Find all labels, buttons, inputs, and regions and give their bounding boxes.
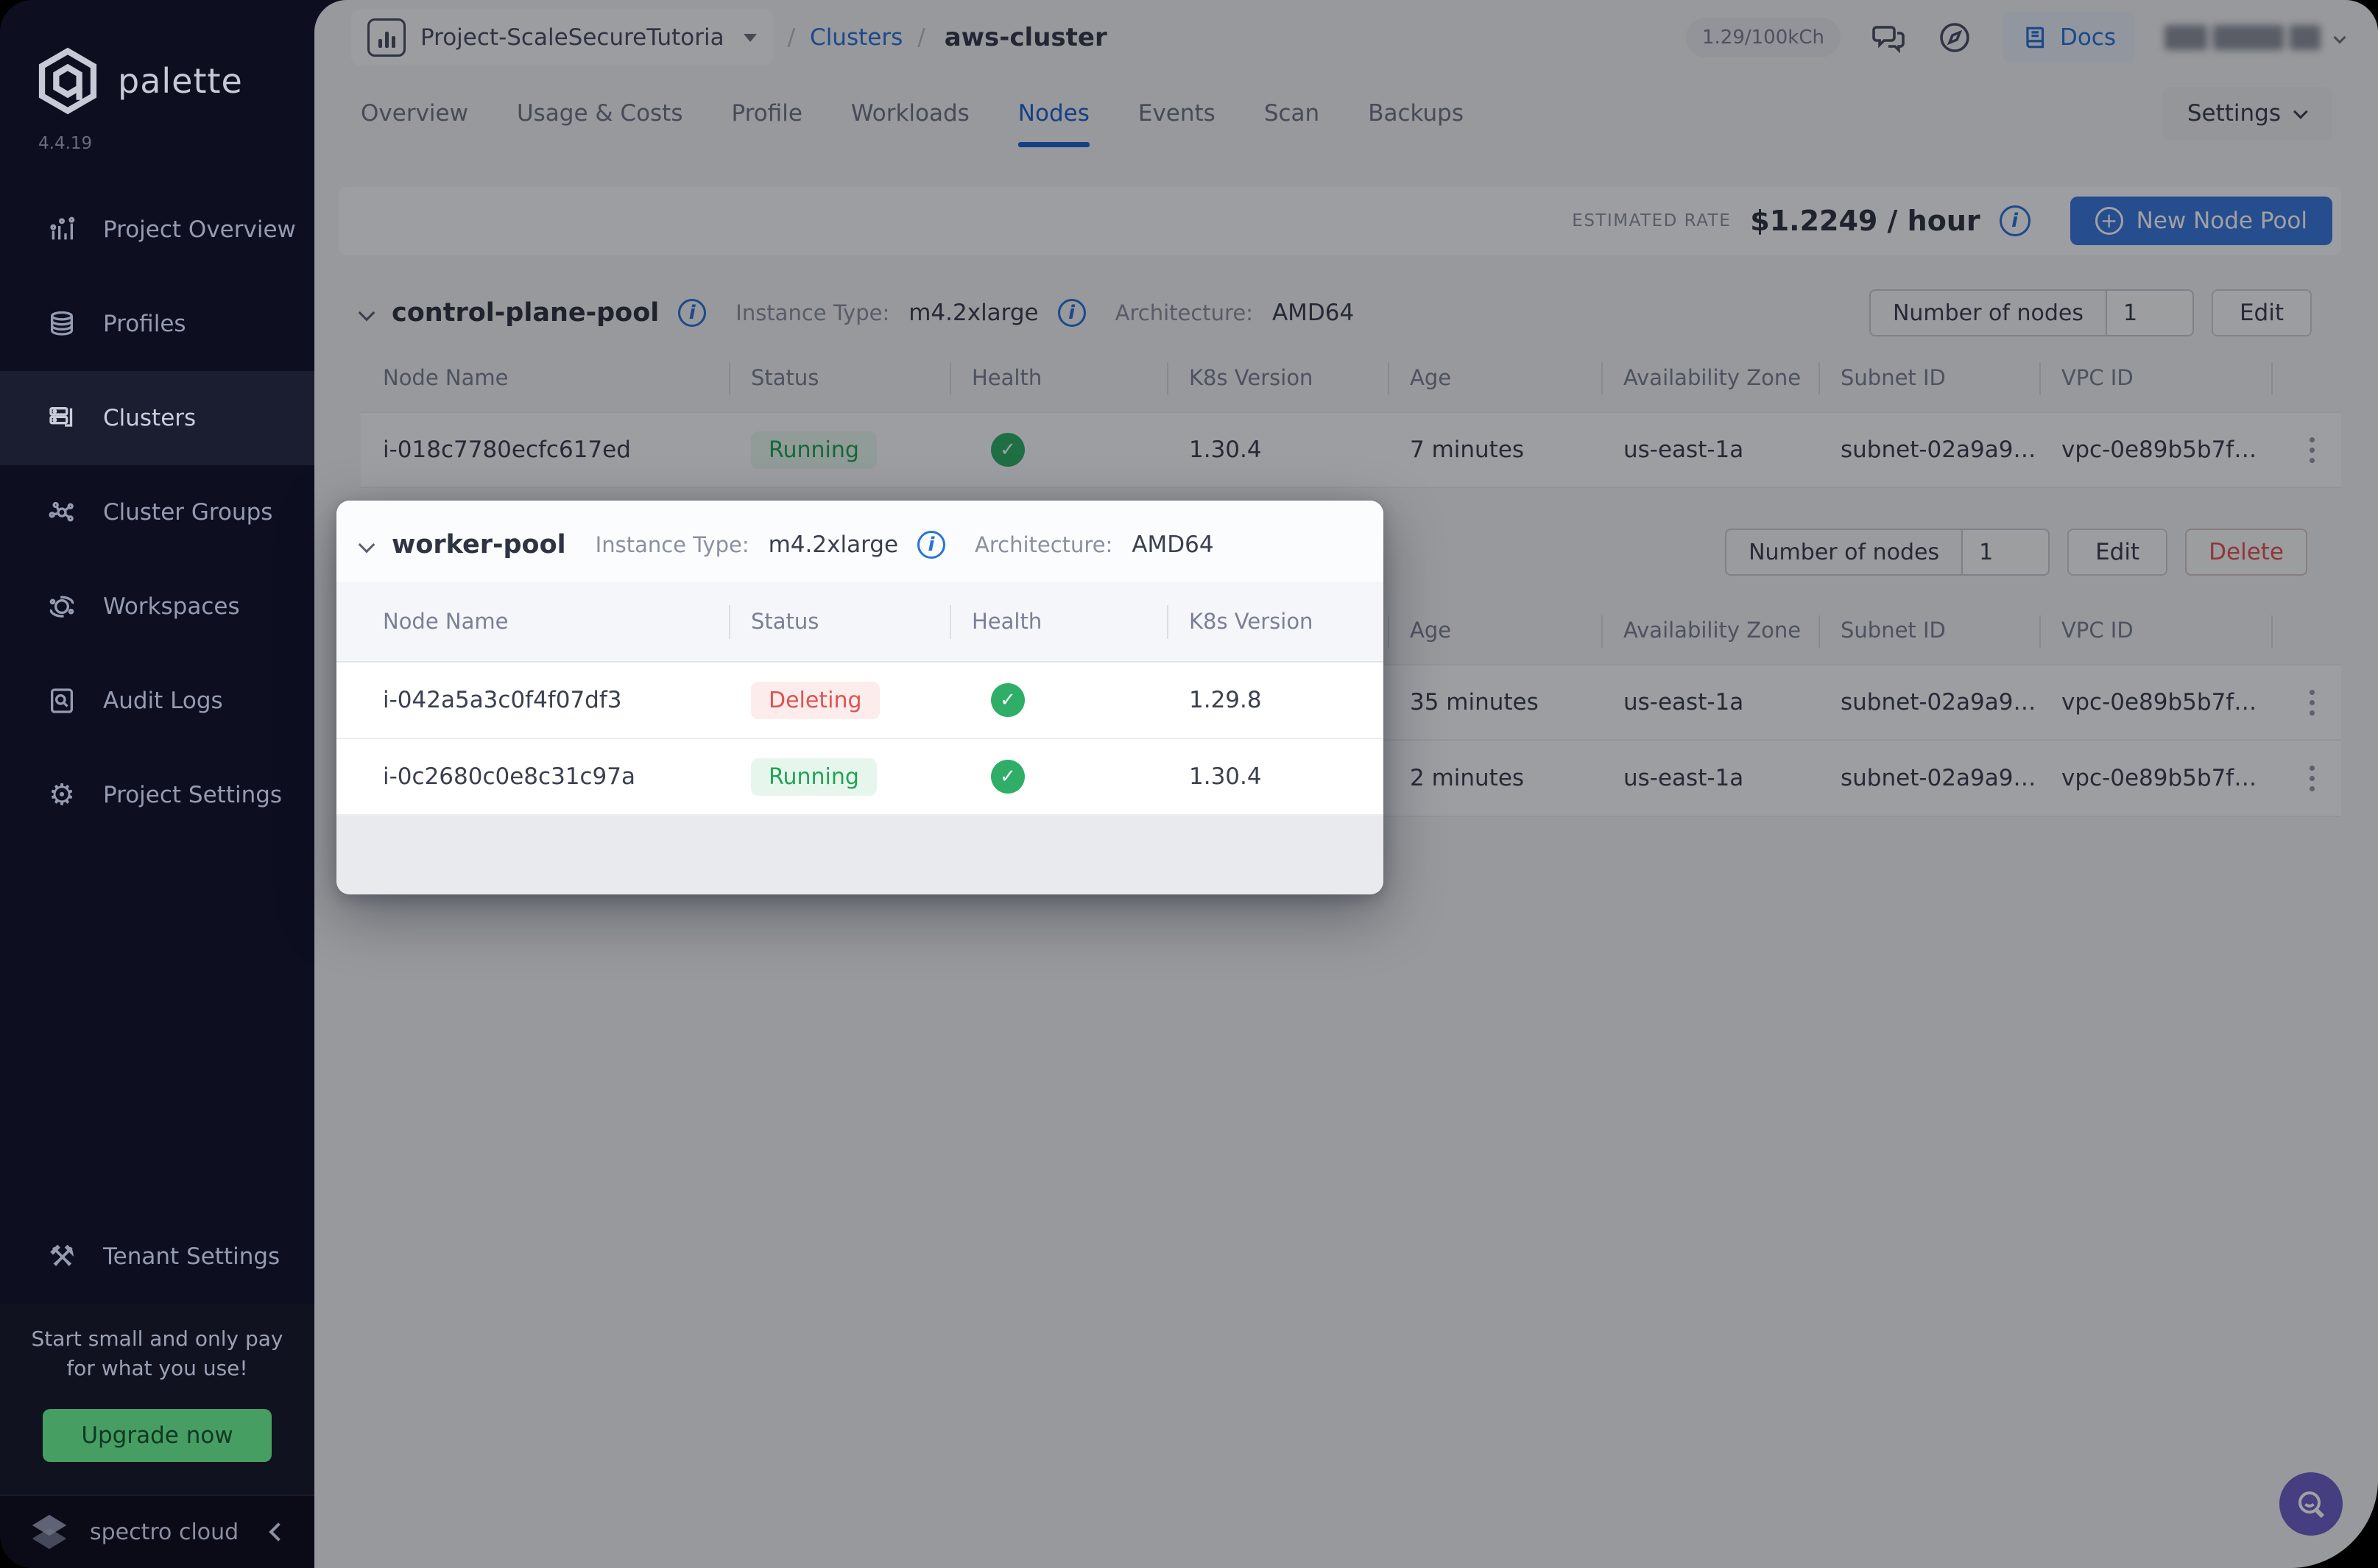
sidebar-item-profiles[interactable]: Profiles (0, 277, 314, 371)
info-icon[interactable]: i (917, 531, 945, 559)
sidebar-item-label: Project Overview (103, 216, 296, 243)
status-badge: Deleting (751, 682, 880, 719)
pool-name: worker-pool (392, 530, 566, 559)
bar-chart-icon (46, 213, 78, 246)
column-header-k8s-version: K8s Version (1167, 582, 1383, 661)
tools-icon: ⚒ (46, 1240, 78, 1273)
instance-type-value: m4.2xlarge (769, 532, 898, 558)
collapse-chevron-icon[interactable] (359, 537, 375, 554)
sidebar-footer: spectro cloud (0, 1494, 314, 1568)
table-row: i-042a5a3c0f4f07df3 Deleting ✓ 1.29.8 (336, 663, 1383, 739)
sidebar-item-label: Project Settings (103, 782, 282, 808)
layers-icon (46, 308, 78, 340)
upgrade-now-button[interactable]: Upgrade now (43, 1409, 271, 1462)
sidebar-item-cluster-groups[interactable]: Cluster Groups (0, 465, 314, 559)
sidebar-item-project-overview[interactable]: Project Overview (0, 183, 314, 277)
sidebar-item-label: Clusters (103, 405, 196, 431)
sidebar-collapse-chevron-icon[interactable] (269, 1522, 287, 1541)
promo-text: Start small and only pay for what you us… (15, 1324, 300, 1384)
node-name-cell: i-042a5a3c0f4f07df3 (361, 687, 729, 713)
spotlight-bottom-strip (336, 816, 1383, 894)
worker-pool-header: worker-pool Instance Type: m4.2xlarge i … (336, 501, 1383, 582)
promo-line-2: for what you use! (15, 1354, 300, 1384)
sidebar-item-label: Cluster Groups (103, 499, 272, 526)
brand-text: spectro cloud (90, 1519, 254, 1545)
sidebar-item-workspaces[interactable]: Workspaces (0, 559, 314, 654)
worker-pool-spotlight-panel: worker-pool Instance Type: m4.2xlarge i … (336, 501, 1383, 894)
column-header-node-name: Node Name (361, 582, 729, 661)
orbit-icon (46, 590, 78, 623)
promo-line-1: Start small and only pay (15, 1324, 300, 1355)
palette-logo: palette (0, 0, 314, 119)
app-window: palette 4.4.19 Project Overview Profiles (0, 0, 2378, 1568)
health-ok-icon: ✓ (991, 760, 1025, 794)
sidebar-item-tenant-settings[interactable]: ⚒ Tenant Settings (0, 1209, 314, 1304)
status-badge: Running (751, 758, 877, 796)
sidebar-nav: Project Overview Profiles Clusters Clust… (0, 183, 314, 842)
health-ok-icon: ✓ (991, 683, 1025, 717)
server-icon (46, 402, 78, 434)
upgrade-promo: Start small and only pay for what you us… (0, 1304, 314, 1494)
sidebar-item-project-settings[interactable]: ⚙ Project Settings (0, 748, 314, 842)
k8s-version-cell: 1.29.8 (1167, 687, 1383, 713)
architecture-label: Architecture: (975, 532, 1112, 557)
doc-search-icon (46, 685, 78, 717)
k8s-version-cell: 1.30.4 (1167, 763, 1383, 790)
network-icon (46, 496, 78, 529)
palette-logo-icon (34, 47, 102, 115)
sidebar-item-audit-logs[interactable]: Audit Logs (0, 654, 314, 748)
table-header-row: Node Name Status Health K8s Version (336, 582, 1383, 663)
column-header-status: Status (729, 582, 950, 661)
sidebar-item-label: Profiles (103, 311, 186, 337)
sidebar-spacer (0, 842, 314, 1209)
palette-logo-text: palette (118, 61, 243, 101)
sidebar-item-label: Tenant Settings (103, 1243, 280, 1270)
sidebar: palette 4.4.19 Project Overview Profiles (0, 0, 314, 1568)
spectro-cloud-logo-icon (27, 1509, 72, 1555)
sidebar-item-clusters[interactable]: Clusters (0, 371, 314, 465)
column-header-health: Health (950, 582, 1167, 661)
sidebar-item-label: Workspaces (103, 593, 240, 620)
node-name-cell: i-0c2680c0e8c31c97a (361, 763, 729, 790)
table-row: i-0c2680c0e8c31c97a Running ✓ 1.30.4 (336, 739, 1383, 816)
architecture-value: AMD64 (1132, 532, 1213, 558)
app-version: 4.4.19 (0, 119, 314, 183)
instance-type-label: Instance Type: (596, 532, 749, 557)
gear-icon: ⚙ (46, 779, 78, 811)
sidebar-item-label: Audit Logs (103, 688, 223, 714)
